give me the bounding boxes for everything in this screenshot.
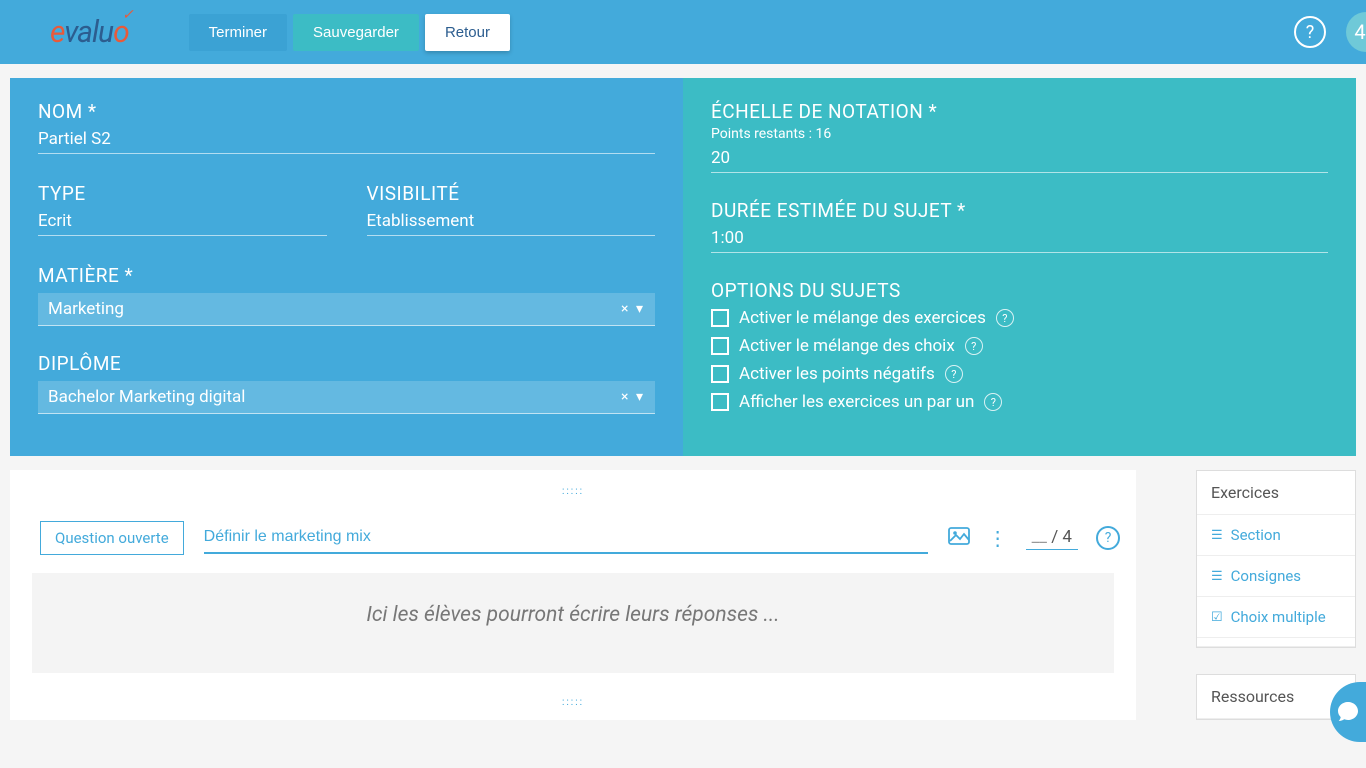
type-label: TYPE <box>38 182 327 205</box>
opt-melange-exercices-checkbox[interactable] <box>711 309 729 327</box>
duree-input[interactable]: 1:00 <box>711 228 1328 253</box>
info-icon[interactable]: ? <box>984 393 1002 411</box>
panel-item-section[interactable]: ☰ Section <box>1197 515 1355 556</box>
topbar: evaluo✓ Terminer Sauvegarder Retour ? 4 <box>0 0 1366 64</box>
diplome-value: Bachelor Marketing digital <box>48 387 245 407</box>
exercices-panel: Exercices ☰ Section ☰ Consignes ☑ Choix … <box>1196 470 1356 648</box>
matiere-value: Marketing <box>48 299 124 319</box>
form-area: NOM * Partiel S2 TYPE Ecrit VISIBILITÉ E… <box>10 78 1356 456</box>
opt-melange-choix-checkbox[interactable] <box>711 337 729 355</box>
question-type-badge[interactable]: Question ouverte <box>40 521 184 555</box>
panel-item-consignes[interactable]: ☰ Consignes <box>1197 556 1355 597</box>
matiere-label: MATIÈRE * <box>38 264 655 287</box>
type-select[interactable]: Ecrit <box>38 211 327 236</box>
visibilite-select[interactable]: Etablissement <box>367 211 656 236</box>
nom-label: NOM * <box>38 100 655 123</box>
help-icon[interactable]: ? <box>1096 526 1120 550</box>
opt-un-par-un-label: Afficher les exercices un par un <box>739 392 974 412</box>
side-panels: Exercices ☰ Section ☰ Consignes ☑ Choix … <box>1196 470 1356 720</box>
topbar-buttons: Terminer Sauvegarder Retour <box>189 14 510 51</box>
duree-label: DURÉE ESTIMÉE DU SUJET * <box>711 199 1328 222</box>
opt-points-negatifs-label: Activer les points négatifs <box>739 364 935 384</box>
sauvegarder-button[interactable]: Sauvegarder <box>293 14 419 51</box>
more-icon[interactable]: ⋮ <box>988 526 1008 550</box>
opt-melange-exercices-label: Activer le mélange des exercices <box>739 308 986 328</box>
opt-melange-choix-label: Activer le mélange des choix <box>739 336 955 356</box>
choix-multiple-icon: ☑ <box>1211 610 1223 625</box>
visibilite-label: VISIBILITÉ <box>367 182 656 205</box>
info-icon[interactable]: ? <box>945 365 963 383</box>
editor-area: ::::: Question ouverte ⋮ __ / 4 ? Ici le… <box>10 470 1356 720</box>
panel-item-choix-multiple[interactable]: ☑ Choix multiple <box>1197 597 1355 638</box>
diplome-clear-icon[interactable]: × ▾ <box>621 389 645 405</box>
editor-main: ::::: Question ouverte ⋮ __ / 4 ? Ici le… <box>10 470 1136 720</box>
drag-handle-icon[interactable]: ::::: <box>26 697 1120 708</box>
score-input[interactable]: __ / 4 <box>1026 527 1078 550</box>
answer-placeholder-zone: Ici les élèves pourront écrire leurs rép… <box>32 573 1114 673</box>
retour-button[interactable]: Retour <box>425 14 510 51</box>
points-restants: Points restants : 16 <box>711 126 1328 142</box>
options-list: Activer le mélange des exercices ? Activ… <box>711 308 1328 412</box>
consignes-icon: ☰ <box>1211 569 1223 584</box>
question-title-input[interactable] <box>204 522 928 554</box>
info-icon[interactable]: ? <box>965 337 983 355</box>
options-label: OPTIONS DU SUJETS <box>711 279 1328 302</box>
opt-un-par-un-checkbox[interactable] <box>711 393 729 411</box>
exercices-panel-title: Exercices <box>1197 471 1355 515</box>
avatar[interactable]: 4 <box>1346 12 1366 52</box>
diplome-label: DIPLÔME <box>38 352 655 375</box>
terminer-button[interactable]: Terminer <box>189 14 287 51</box>
opt-points-negatifs-checkbox[interactable] <box>711 365 729 383</box>
image-icon[interactable] <box>948 526 970 550</box>
question-toolbar: ⋮ __ / 4 ? <box>948 526 1120 550</box>
section-icon: ☰ <box>1211 528 1223 543</box>
matiere-select[interactable]: Marketing × ▾ <box>38 293 655 326</box>
help-icon[interactable]: ? <box>1294 16 1326 48</box>
panel-item-more[interactable] <box>1197 638 1355 647</box>
logo: evaluo✓ <box>50 15 129 50</box>
form-right-panel: ÉCHELLE DE NOTATION * Points restants : … <box>683 78 1356 456</box>
matiere-clear-icon[interactable]: × ▾ <box>621 301 645 317</box>
drag-handle-icon[interactable]: ::::: <box>26 486 1120 497</box>
form-left-panel: NOM * Partiel S2 TYPE Ecrit VISIBILITÉ E… <box>10 78 683 456</box>
question-header: Question ouverte ⋮ __ / 4 ? <box>26 521 1120 555</box>
nom-input[interactable]: Partiel S2 <box>38 129 655 154</box>
echelle-input[interactable]: 20 <box>711 148 1328 173</box>
info-icon[interactable]: ? <box>996 309 1014 327</box>
diplome-select[interactable]: Bachelor Marketing digital × ▾ <box>38 381 655 414</box>
echelle-label: ÉCHELLE DE NOTATION * <box>711 100 1328 123</box>
